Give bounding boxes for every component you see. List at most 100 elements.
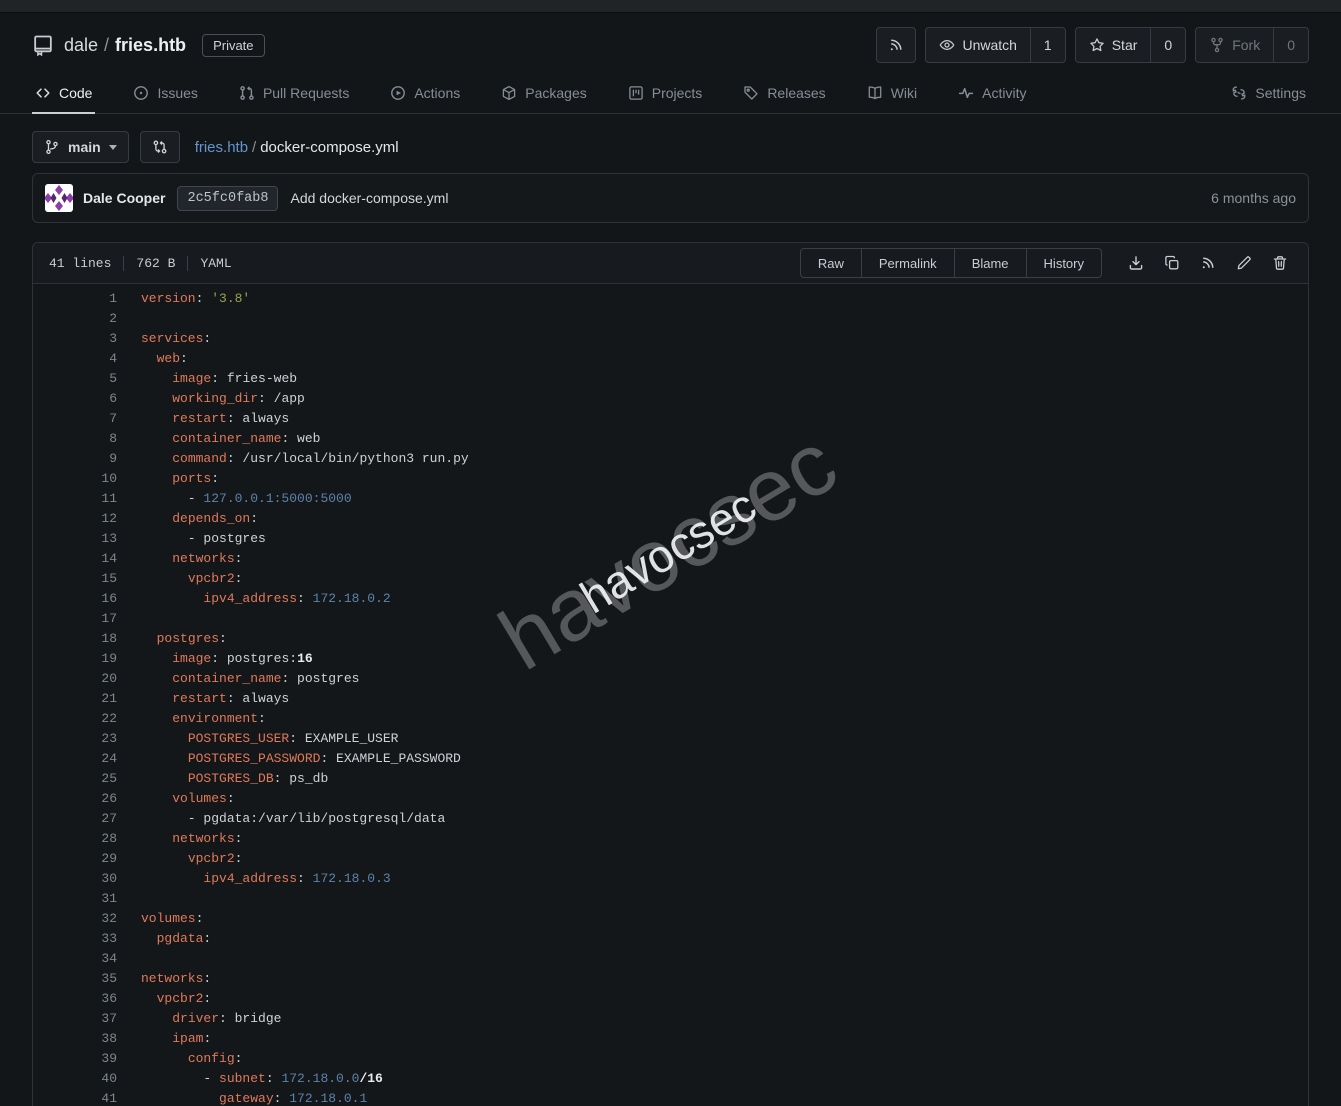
avatar[interactable] — [45, 184, 73, 212]
repo-header: dale / fries.htb Private Unwatch 1 — [0, 13, 1341, 73]
tab-label: Actions — [414, 85, 460, 101]
tab-label: Projects — [652, 85, 703, 101]
line-number[interactable]: 41 — [33, 1089, 117, 1106]
tab-packages[interactable]: Packages — [498, 75, 589, 114]
line-number[interactable]: 23 — [33, 729, 117, 749]
tab-issues[interactable]: Issues — [130, 75, 200, 114]
line-content: POSTGRES_DB: ps_db — [117, 769, 328, 789]
line-content: vpcbr2: — [117, 989, 211, 1009]
code-line: 32volumes: — [33, 909, 1308, 929]
line-number[interactable]: 5 — [33, 369, 117, 389]
tab-projects[interactable]: Projects — [625, 75, 706, 114]
line-number[interactable]: 6 — [33, 389, 117, 409]
tab-label: Activity — [982, 85, 1026, 101]
line-number[interactable]: 37 — [33, 1009, 117, 1029]
repo-owner-link[interactable]: dale — [64, 35, 98, 56]
tab-actions[interactable]: Actions — [387, 75, 463, 114]
copy-button[interactable] — [1156, 249, 1188, 277]
code-line: 22 environment: — [33, 709, 1308, 729]
file-language: YAML — [187, 256, 243, 271]
line-content: container_name: postgres — [117, 669, 359, 689]
line-number[interactable]: 24 — [33, 749, 117, 769]
edit-button[interactable] — [1228, 249, 1260, 277]
top-navbar-edge — [0, 0, 1341, 13]
chevron-down-icon — [109, 145, 117, 150]
tab-activity[interactable]: Activity — [955, 75, 1029, 114]
line-number[interactable]: 32 — [33, 909, 117, 929]
line-number[interactable]: 7 — [33, 409, 117, 429]
line-number[interactable]: 26 — [33, 789, 117, 809]
line-number[interactable]: 12 — [33, 509, 117, 529]
raw-button[interactable]: Raw — [800, 248, 862, 278]
code-line: 41 gateway: 172.18.0.1 — [33, 1089, 1308, 1106]
line-number[interactable]: 20 — [33, 669, 117, 689]
branch-selector[interactable]: main — [32, 131, 129, 163]
line-number[interactable]: 28 — [33, 829, 117, 849]
code-line: 19 image: postgres:16 — [33, 649, 1308, 669]
file-rss-button[interactable] — [1192, 249, 1224, 277]
line-number[interactable]: 30 — [33, 869, 117, 889]
unwatch-button[interactable]: Unwatch — [925, 27, 1030, 63]
repo-name-link[interactable]: fries.htb — [115, 35, 186, 56]
line-number[interactable]: 27 — [33, 809, 117, 829]
rss-feed-button[interactable] — [876, 27, 916, 63]
line-number[interactable]: 35 — [33, 969, 117, 989]
line-number[interactable]: 2 — [33, 309, 117, 329]
fork-button[interactable]: Fork — [1195, 27, 1274, 63]
line-number[interactable]: 34 — [33, 949, 117, 969]
tab-pull-requests[interactable]: Pull Requests — [236, 75, 352, 114]
visibility-badge: Private — [202, 34, 264, 57]
star-count[interactable]: 0 — [1151, 27, 1186, 63]
watch-count[interactable]: 1 — [1031, 27, 1066, 63]
code-line: 16 ipv4_address: 172.18.0.2 — [33, 589, 1308, 609]
line-number[interactable]: 31 — [33, 889, 117, 909]
line-number[interactable]: 10 — [33, 469, 117, 489]
delete-button[interactable] — [1264, 249, 1296, 277]
line-number[interactable]: 17 — [33, 609, 117, 629]
line-number[interactable]: 29 — [33, 849, 117, 869]
commit-message-link[interactable]: Add docker-compose.yml — [290, 190, 448, 206]
compare-button[interactable] — [140, 131, 180, 163]
file-header: 41 lines 762 B YAML Raw Permalink Blame … — [33, 243, 1308, 284]
star-button[interactable]: Star — [1075, 27, 1152, 63]
code-line: 4 web: — [33, 349, 1308, 369]
line-number[interactable]: 25 — [33, 769, 117, 789]
commit-hash-link[interactable]: 2c5fc0fab8 — [177, 186, 278, 211]
line-number[interactable]: 40 — [33, 1069, 117, 1089]
line-number[interactable]: 1 — [33, 289, 117, 309]
line-number[interactable]: 3 — [33, 329, 117, 349]
blame-button[interactable]: Blame — [955, 248, 1027, 278]
line-number[interactable]: 11 — [33, 489, 117, 509]
line-number[interactable]: 19 — [33, 649, 117, 669]
line-number[interactable]: 39 — [33, 1049, 117, 1069]
line-number[interactable]: 16 — [33, 589, 117, 609]
commit-author-link[interactable]: Dale Cooper — [83, 190, 165, 206]
download-button[interactable] — [1120, 249, 1152, 277]
branch-icon — [44, 139, 60, 155]
permalink-button[interactable]: Permalink — [862, 248, 955, 278]
line-number[interactable]: 9 — [33, 449, 117, 469]
line-number[interactable]: 4 — [33, 349, 117, 369]
line-number[interactable]: 8 — [33, 429, 117, 449]
line-content: environment: — [117, 709, 266, 729]
tab-wiki[interactable]: Wiki — [864, 75, 920, 114]
fork-count[interactable]: 0 — [1274, 27, 1309, 63]
history-button[interactable]: History — [1027, 248, 1102, 278]
line-content: ipv4_address: 172.18.0.2 — [117, 589, 391, 609]
line-number[interactable]: 21 — [33, 689, 117, 709]
line-number[interactable]: 22 — [33, 709, 117, 729]
line-number[interactable]: 18 — [33, 629, 117, 649]
line-number[interactable]: 13 — [33, 529, 117, 549]
line-number[interactable]: 15 — [33, 569, 117, 589]
tab-releases[interactable]: Releases — [740, 75, 828, 114]
line-number[interactable]: 38 — [33, 1029, 117, 1049]
line-number[interactable]: 14 — [33, 549, 117, 569]
line-number[interactable]: 36 — [33, 989, 117, 1009]
tab-code[interactable]: Code — [32, 75, 95, 114]
line-number[interactable]: 33 — [33, 929, 117, 949]
latest-commit-box: Dale Cooper 2c5fc0fab8 Add docker-compos… — [32, 173, 1309, 223]
breadcrumb-repo-link[interactable]: fries.htb — [195, 139, 248, 156]
line-content: networks: — [117, 549, 242, 569]
tab-settings[interactable]: Settings — [1228, 75, 1309, 114]
code-line: 10 ports: — [33, 469, 1308, 489]
